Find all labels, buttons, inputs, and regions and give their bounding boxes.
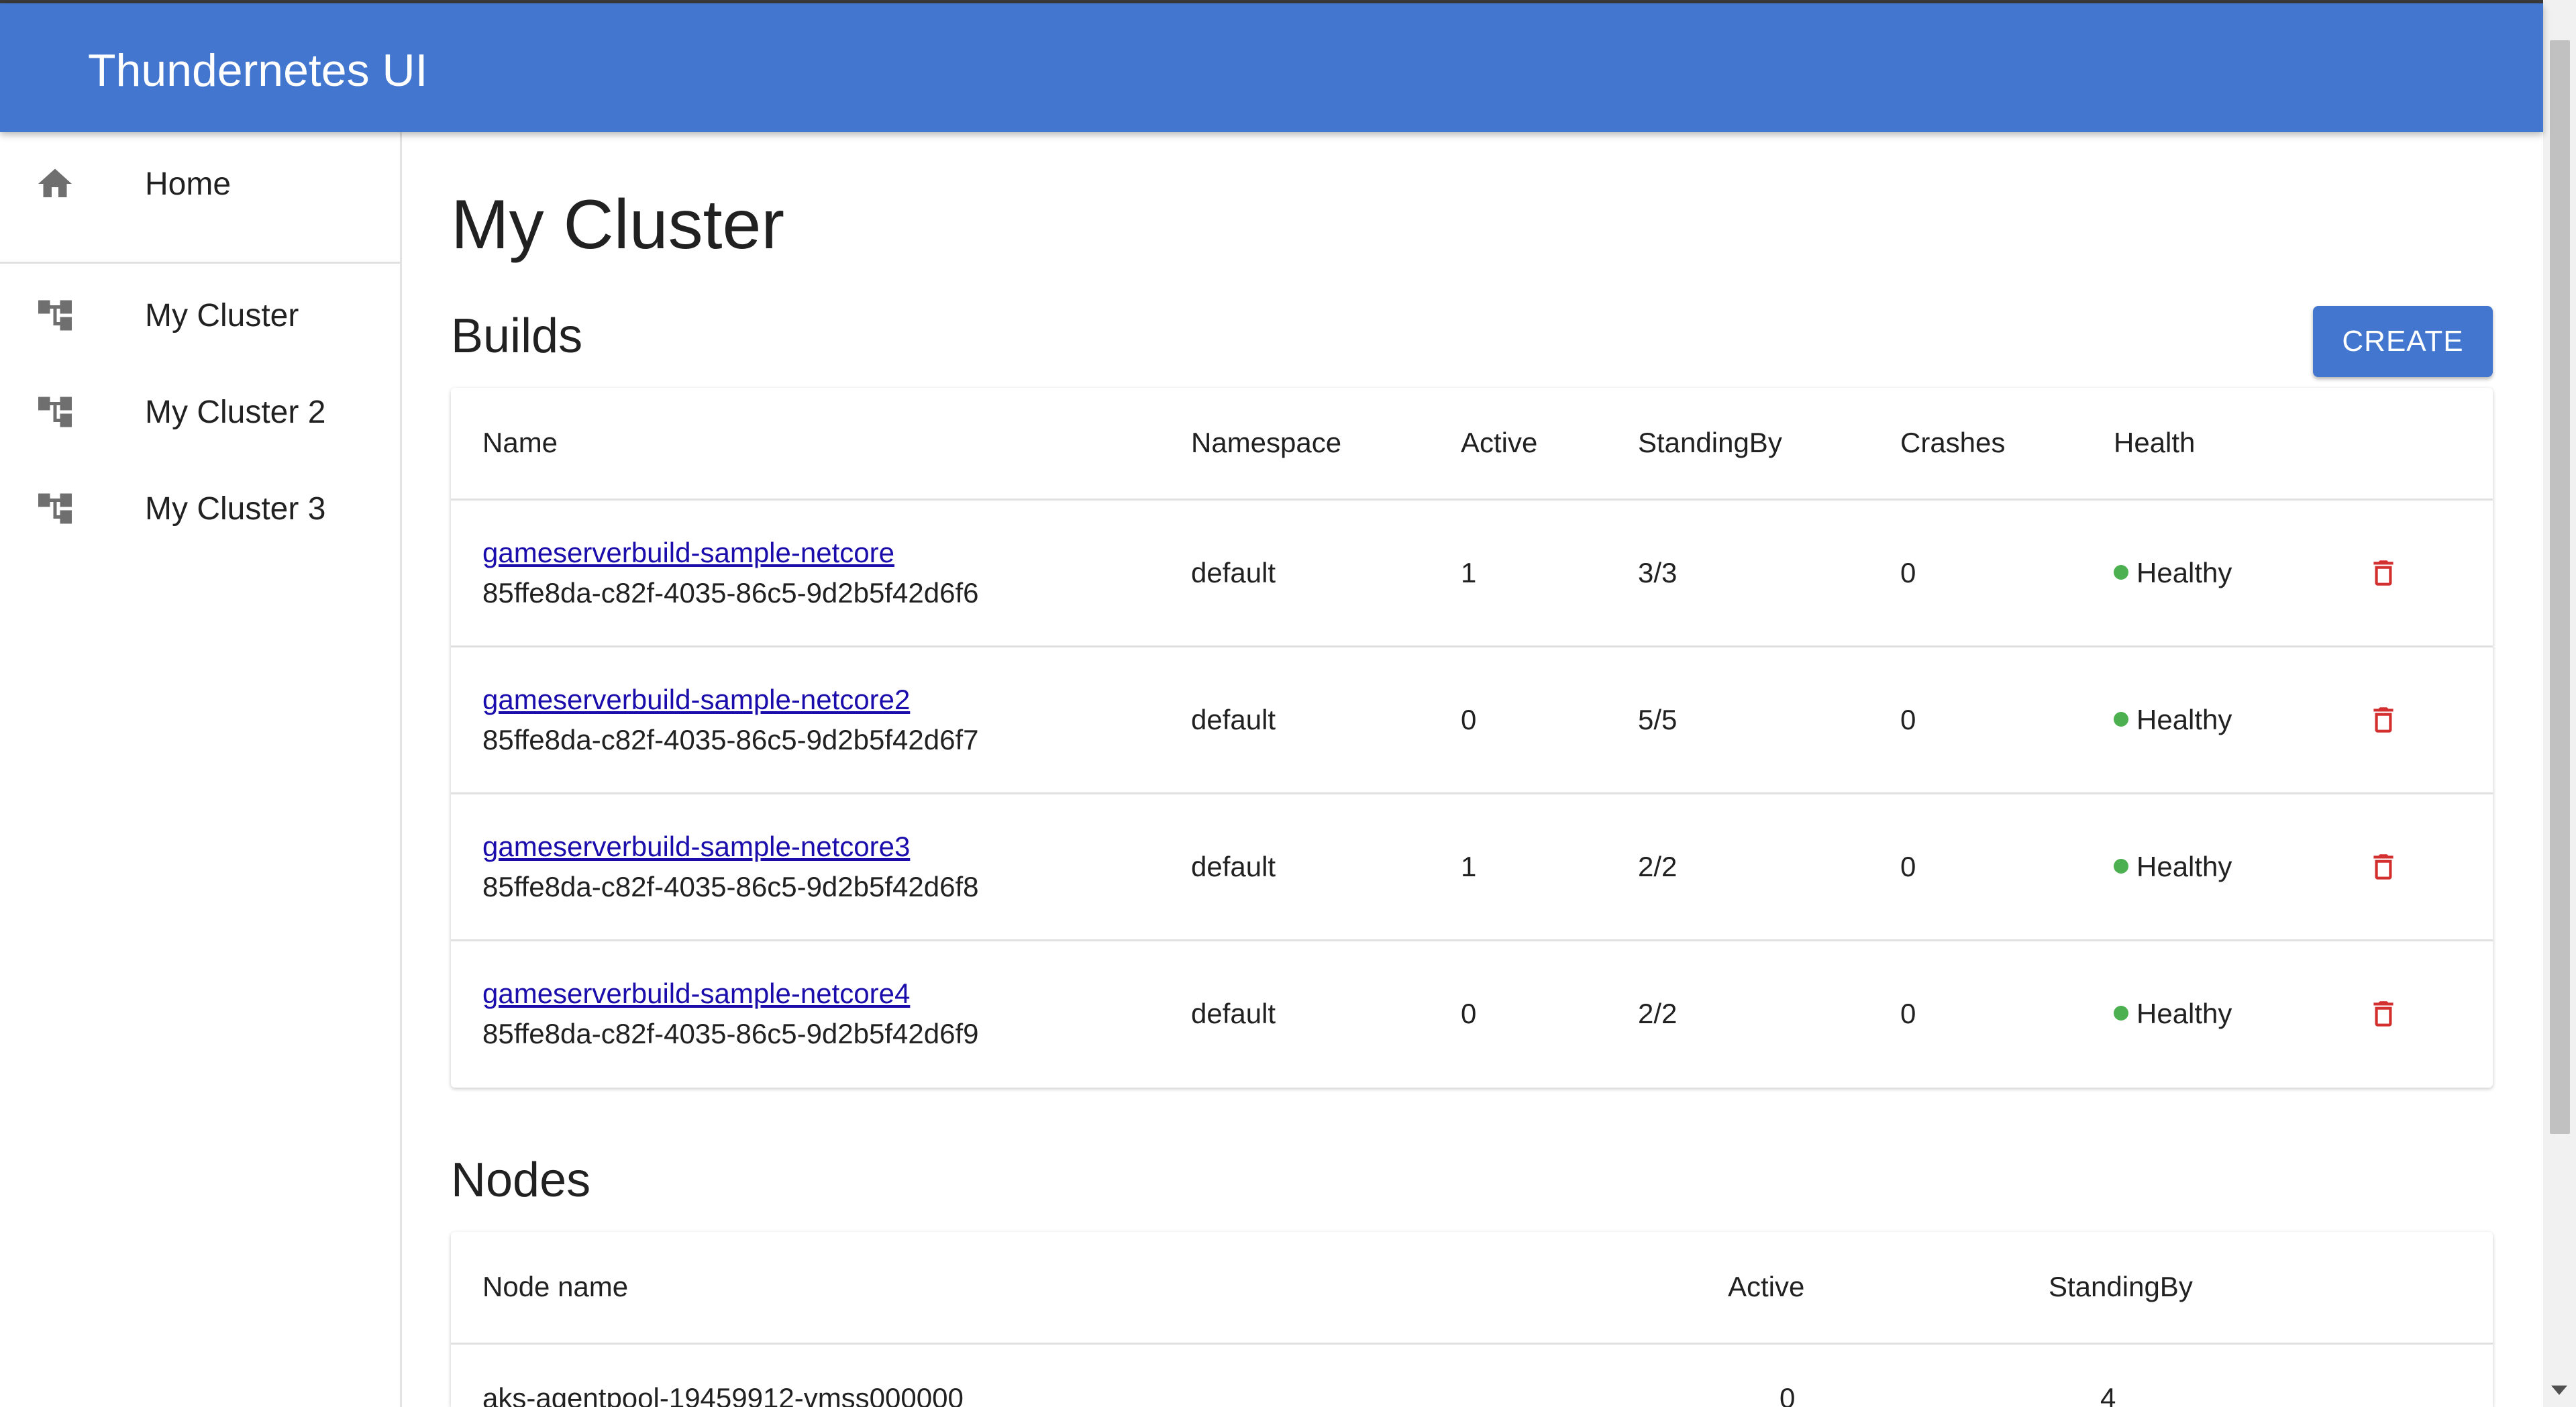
column-header-active: Active	[1461, 427, 1538, 458]
table-row: gameserverbuild-sample-netcore 85ffe8da-…	[451, 501, 2493, 647]
node-standingby: 4	[2100, 1382, 2116, 1407]
build-active: 1	[1461, 557, 1477, 588]
page-title: My Cluster	[451, 186, 784, 264]
build-crashes: 0	[1900, 998, 1916, 1029]
vertical-scrollbar[interactable]	[2543, 0, 2576, 1407]
build-crashes: 0	[1900, 851, 1916, 882]
build-name-link[interactable]: gameserverbuild-sample-netcore	[482, 536, 894, 570]
health-dot-icon	[2114, 859, 2128, 874]
build-standingby: 2/2	[1638, 998, 1678, 1029]
health-status: Healthy	[2114, 556, 2232, 590]
build-active: 0	[1461, 998, 1477, 1029]
create-build-button[interactable]: CREATE	[2313, 306, 2493, 377]
table-row: aks-agentpool-19459912-vmss000000 0 4	[451, 1345, 2493, 1407]
health-status: Healthy	[2114, 703, 2232, 737]
health-status: Healthy	[2114, 850, 2232, 884]
sidebar-item-my-cluster[interactable]: My Cluster	[0, 264, 400, 358]
sidebar-item-my-cluster-2[interactable]: My Cluster 2	[0, 360, 400, 454]
column-header-name: Name	[482, 427, 558, 458]
main-content: My Cluster Builds CREATE Name Namespace …	[402, 132, 2543, 1407]
health-status: Healthy	[2114, 997, 2232, 1031]
build-id: 85ffe8da-c82f-4035-86c5-9d2b5f42d6f7	[482, 724, 979, 755]
nodes-section-title: Nodes	[451, 1153, 591, 1207]
sidebar: Home My Cluster My Cluster 2 My Cluster …	[0, 132, 402, 1407]
builds-table-header: Name Namespace Active StandingBy Crashes…	[451, 388, 2493, 501]
build-namespace: default	[1191, 998, 1276, 1029]
account-tree-icon	[38, 397, 72, 427]
build-name-link[interactable]: gameserverbuild-sample-netcore2	[482, 683, 910, 717]
delete-icon[interactable]	[2367, 847, 2400, 887]
app-bar: Thundernetes UI	[0, 3, 2543, 132]
node-active: 0	[1780, 1382, 1796, 1407]
sidebar-item-label: My Cluster 2	[145, 395, 326, 430]
nodes-table-header: Node name Active StandingBy	[451, 1232, 2493, 1345]
table-row: gameserverbuild-sample-netcore4 85ffe8da…	[451, 941, 2493, 1088]
delete-icon[interactable]	[2367, 994, 2400, 1034]
table-row: gameserverbuild-sample-netcore3 85ffe8da…	[451, 794, 2493, 941]
build-standingby: 3/3	[1638, 557, 1678, 588]
health-dot-icon	[2114, 1006, 2128, 1021]
build-namespace: default	[1191, 557, 1276, 588]
build-standingby: 2/2	[1638, 851, 1678, 882]
health-label: Healthy	[2136, 998, 2232, 1029]
account-tree-icon	[38, 493, 72, 524]
health-dot-icon	[2114, 565, 2128, 580]
nodes-table: Node name Active StandingBy aks-agentpoo…	[451, 1232, 2493, 1407]
build-id: 85ffe8da-c82f-4035-86c5-9d2b5f42d6f9	[482, 1018, 979, 1049]
home-icon	[38, 168, 72, 197]
build-id: 85ffe8da-c82f-4035-86c5-9d2b5f42d6f8	[482, 871, 979, 902]
delete-icon[interactable]	[2367, 553, 2400, 593]
sidebar-item-label: Home	[145, 166, 231, 202]
health-label: Healthy	[2136, 557, 2232, 588]
build-namespace: default	[1191, 851, 1276, 882]
sidebar-item-my-cluster-3[interactable]: My Cluster 3	[0, 457, 400, 551]
scrollbar-thumb[interactable]	[2550, 40, 2570, 1134]
column-header-health: Health	[2114, 427, 2196, 458]
node-name: aks-agentpool-19459912-vmss000000	[482, 1382, 964, 1407]
sidebar-item-home[interactable]: Home	[0, 132, 400, 226]
build-standingby: 5/5	[1638, 704, 1678, 735]
build-name-link[interactable]: gameserverbuild-sample-netcore3	[482, 830, 910, 864]
column-header-crashes: Crashes	[1900, 427, 2006, 458]
build-active: 0	[1461, 704, 1477, 735]
build-active: 1	[1461, 851, 1477, 882]
table-row: gameserverbuild-sample-netcore2 85ffe8da…	[451, 647, 2493, 794]
build-crashes: 0	[1900, 557, 1916, 588]
column-header-standingby: StandingBy	[1638, 427, 1782, 458]
builds-section-title: Builds	[451, 309, 583, 363]
sidebar-item-label: My Cluster	[145, 298, 299, 333]
delete-icon[interactable]	[2367, 700, 2400, 740]
builds-table: Name Namespace Active StandingBy Crashes…	[451, 388, 2493, 1088]
sidebar-item-label: My Cluster 3	[145, 491, 326, 527]
scroll-down-arrow-icon[interactable]	[2551, 1386, 2567, 1395]
health-dot-icon	[2114, 712, 2128, 727]
build-crashes: 0	[1900, 704, 1916, 735]
build-namespace: default	[1191, 704, 1276, 735]
column-header-namespace: Namespace	[1191, 427, 1342, 458]
account-tree-icon	[38, 300, 72, 331]
column-header-active: Active	[1728, 1271, 1805, 1302]
build-id: 85ffe8da-c82f-4035-86c5-9d2b5f42d6f6	[482, 577, 979, 609]
health-label: Healthy	[2136, 704, 2232, 735]
app-title: Thundernetes UI	[88, 45, 428, 96]
build-name-link[interactable]: gameserverbuild-sample-netcore4	[482, 977, 910, 1010]
health-label: Healthy	[2136, 851, 2232, 882]
column-header-node-name: Node name	[482, 1271, 629, 1302]
column-header-standingby: StandingBy	[2049, 1271, 2193, 1302]
